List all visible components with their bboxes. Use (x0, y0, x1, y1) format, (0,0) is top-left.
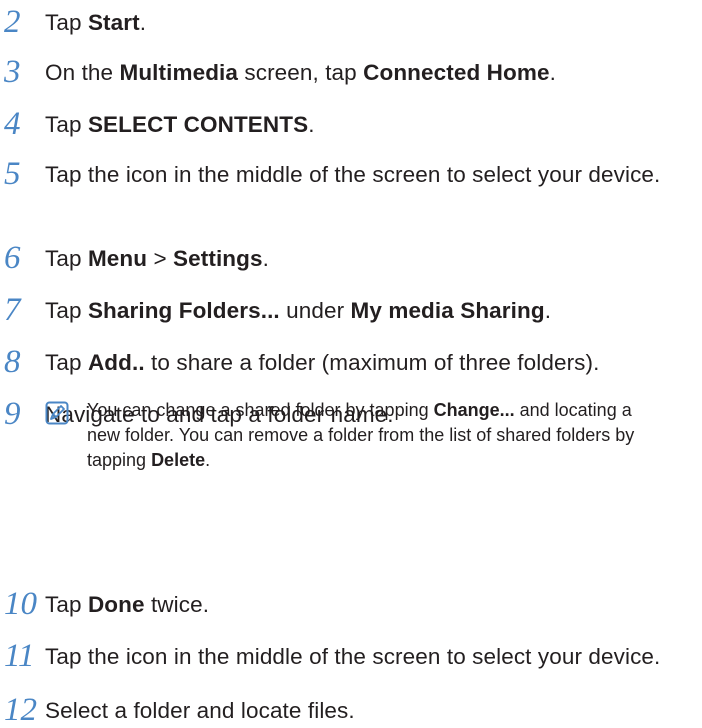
text-run: Select a folder and locate files. (45, 698, 355, 723)
ui-term: Done (87, 592, 145, 617)
step-number: 2 (4, 4, 21, 40)
ui-term: Sharing Folders... (87, 298, 280, 323)
ui-term: Settings (173, 246, 263, 271)
step-number: 10 (4, 586, 37, 622)
step-number: 4 (4, 106, 21, 142)
text-run: to share a folder (maximum of three fold… (144, 350, 600, 375)
text-run: Tap (45, 298, 88, 323)
text-run: . (549, 60, 556, 85)
step-text: Tap Add.. to share a folder (maximum of … (45, 348, 682, 377)
ui-term: Multimedia (119, 60, 239, 85)
text-run: screen, tap (238, 60, 364, 85)
step-text: Tap Start. (45, 8, 682, 37)
text-run: You can change a shared folder by tappin… (87, 400, 434, 420)
text-run: Tap (45, 10, 88, 35)
text-run: Tap the icon in the middle of the screen… (45, 162, 661, 187)
text-run: > (147, 246, 174, 271)
step-text: Tap the icon in the middle of the screen… (45, 642, 682, 671)
text-run: On the (45, 60, 120, 85)
step-number: 9 (4, 396, 21, 432)
step-number: 8 (4, 344, 21, 380)
step-number: 5 (4, 156, 21, 192)
text-run: Tap (45, 246, 88, 271)
step-number: 3 (4, 54, 21, 90)
note-pencil-icon (45, 401, 69, 425)
step-number: 7 (4, 292, 21, 328)
step-text: Tap Menu > Settings. (45, 244, 682, 273)
step-text: On the Multimedia screen, tap Connected … (45, 58, 682, 87)
step-number: 11 (4, 638, 35, 674)
ui-term: Add.. (87, 350, 145, 375)
text-run: Tap (45, 112, 88, 137)
text-run: . (544, 298, 552, 323)
text-run: Tap (45, 592, 88, 617)
step-number: 12 (4, 692, 37, 728)
ui-term: Connected Home (363, 60, 550, 85)
text-run: Tap (45, 350, 88, 375)
text-run: . (139, 10, 147, 35)
step-text: Tap SELECT CONTENTS. (45, 110, 682, 139)
ui-term: Delete (151, 450, 206, 470)
step-text: Tap Sharing Folders... under My media Sh… (45, 296, 682, 325)
ui-term: My media Sharing (350, 298, 545, 323)
ui-term: Change... (433, 400, 515, 420)
text-run: . (262, 246, 269, 271)
text-run: Tap the icon in the middle of the screen… (45, 644, 661, 669)
step-text: Select a folder and locate files. (45, 696, 682, 725)
ui-term: Menu (87, 246, 148, 271)
ui-term: Start (87, 10, 140, 35)
note-text: You can change a shared folder by tappin… (87, 398, 665, 473)
text-run: . (308, 112, 315, 137)
text-run: . (205, 450, 211, 470)
step-number: 6 (4, 240, 21, 276)
step-text: Tap the icon in the middle of the screen… (45, 160, 682, 189)
ui-term: SELECT CONTENTS (87, 112, 309, 137)
text-run: under (279, 298, 351, 323)
step-text: Tap Done twice. (45, 590, 682, 619)
text-run: twice. (144, 592, 210, 617)
